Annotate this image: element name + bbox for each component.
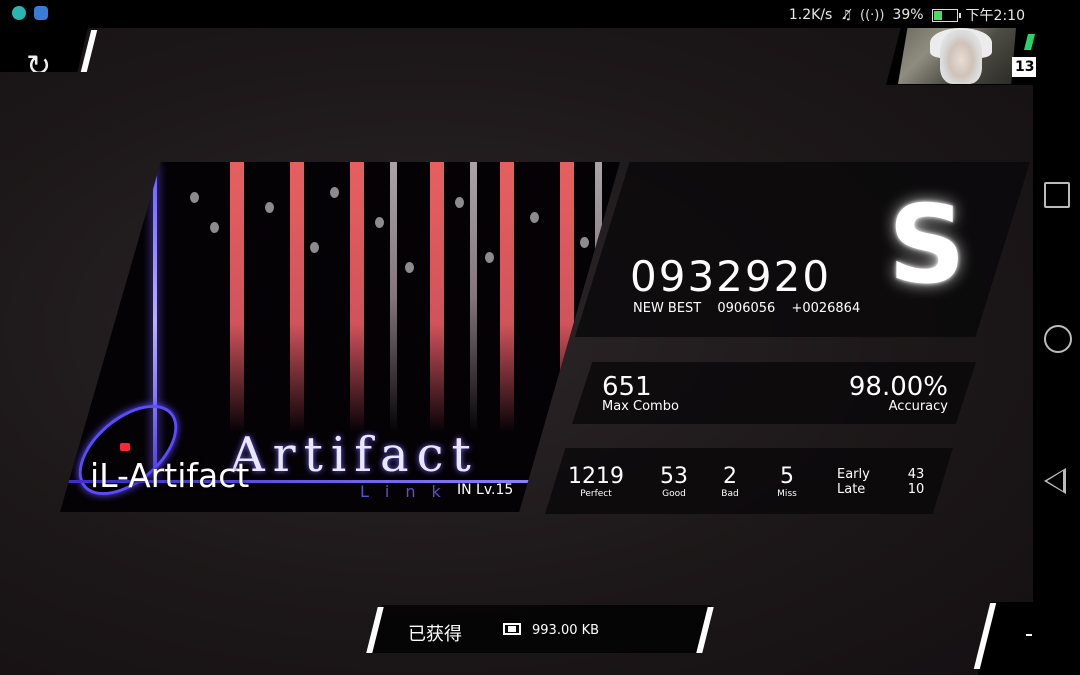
home-button[interactable] bbox=[1044, 325, 1072, 353]
art-bubble bbox=[530, 212, 539, 223]
art-light-bar bbox=[430, 162, 444, 432]
avatar[interactable] bbox=[898, 28, 1016, 84]
score-value: 0932920 bbox=[630, 252, 832, 301]
art-bubble bbox=[210, 222, 219, 233]
status-bar: 1.2K/s ♫̸ ((·)) 39% 下午2:10 bbox=[0, 0, 1033, 28]
song-difficulty: IN Lv.15 bbox=[457, 482, 514, 498]
miss-count: 5 bbox=[780, 464, 794, 489]
accuracy-value: 98.00% bbox=[848, 372, 948, 402]
good-label: Good bbox=[662, 489, 686, 499]
art-bubble bbox=[190, 192, 199, 203]
battery-percent: 39% bbox=[892, 7, 924, 23]
early-count: 43 bbox=[907, 467, 925, 482]
recent-apps-button[interactable] bbox=[1044, 182, 1070, 208]
data-obtained-size: 993.00 KB bbox=[532, 623, 600, 638]
art-light-bar bbox=[500, 162, 514, 432]
max-combo-value: 651 bbox=[602, 372, 652, 402]
good-count: 53 bbox=[660, 464, 688, 489]
art-light-bar bbox=[290, 162, 304, 432]
art-bubble bbox=[310, 242, 319, 253]
obtained-label: 已获得 bbox=[408, 624, 462, 645]
clock: 下午2:10 bbox=[965, 8, 1025, 24]
accuracy-label: Accuracy bbox=[888, 399, 948, 414]
song-title: iL-Artifact bbox=[90, 456, 250, 495]
art-light-bar bbox=[390, 162, 397, 432]
art-logo-subtext: Link bbox=[360, 482, 457, 501]
back-button[interactable] bbox=[1044, 468, 1066, 494]
retry-button[interactable]: ↻ bbox=[0, 28, 88, 72]
art-light-bar bbox=[230, 162, 244, 432]
status-bar-right: 1.2K/s ♫̸ ((·)) 39% 下午2:10 bbox=[789, 5, 1025, 25]
art-bubble bbox=[455, 197, 464, 208]
bad-count: 2 bbox=[723, 464, 737, 489]
status-bar-app-icons bbox=[12, 6, 48, 20]
continue-arrow-icon bbox=[1026, 634, 1032, 636]
net-speed: 1.2K/s bbox=[788, 7, 833, 23]
early-label: Early bbox=[837, 467, 870, 482]
wifi-icon: ((·)) bbox=[860, 7, 885, 23]
perfect-label: Perfect bbox=[580, 489, 612, 499]
score-delta: +0026864 bbox=[791, 301, 861, 316]
app-notification-icon bbox=[12, 6, 26, 20]
art-bubble bbox=[485, 252, 494, 263]
max-combo-label: Max Combo bbox=[602, 399, 679, 414]
art-light-bar bbox=[470, 162, 477, 432]
art-logo-text: Artifact bbox=[230, 427, 479, 483]
art-light-bar bbox=[350, 162, 364, 432]
battery-icon bbox=[931, 8, 961, 22]
miss-label: Miss bbox=[777, 489, 797, 499]
bad-label: Bad bbox=[721, 489, 739, 499]
previous-best-score: 0906056 bbox=[717, 301, 776, 316]
late-label: Late bbox=[837, 482, 866, 497]
new-best-label: NEW BEST bbox=[633, 301, 702, 316]
art-light-bar bbox=[560, 162, 574, 432]
art-bubble bbox=[330, 187, 339, 198]
mute-icon: ♫̸ bbox=[840, 7, 852, 23]
art-bubble bbox=[405, 262, 414, 273]
new-best-row: NEW BEST 0906056 +0026864 bbox=[633, 301, 872, 316]
art-bubble bbox=[580, 237, 589, 248]
late-count: 10 bbox=[907, 482, 925, 497]
retry-icon: ↻ bbox=[26, 49, 52, 84]
art-red-marker bbox=[120, 443, 130, 451]
perfect-count: 1219 bbox=[568, 464, 624, 489]
player-rank-badge: 13 bbox=[1012, 57, 1036, 77]
art-bubble bbox=[265, 202, 274, 213]
system-navigation-bar bbox=[1033, 0, 1080, 675]
avatar-face bbox=[940, 30, 982, 84]
art-bubble bbox=[375, 217, 384, 228]
app-notification-icon-2 bbox=[34, 6, 48, 20]
data-chip-icon bbox=[503, 623, 521, 635]
grade-badge: S bbox=[888, 183, 966, 308]
